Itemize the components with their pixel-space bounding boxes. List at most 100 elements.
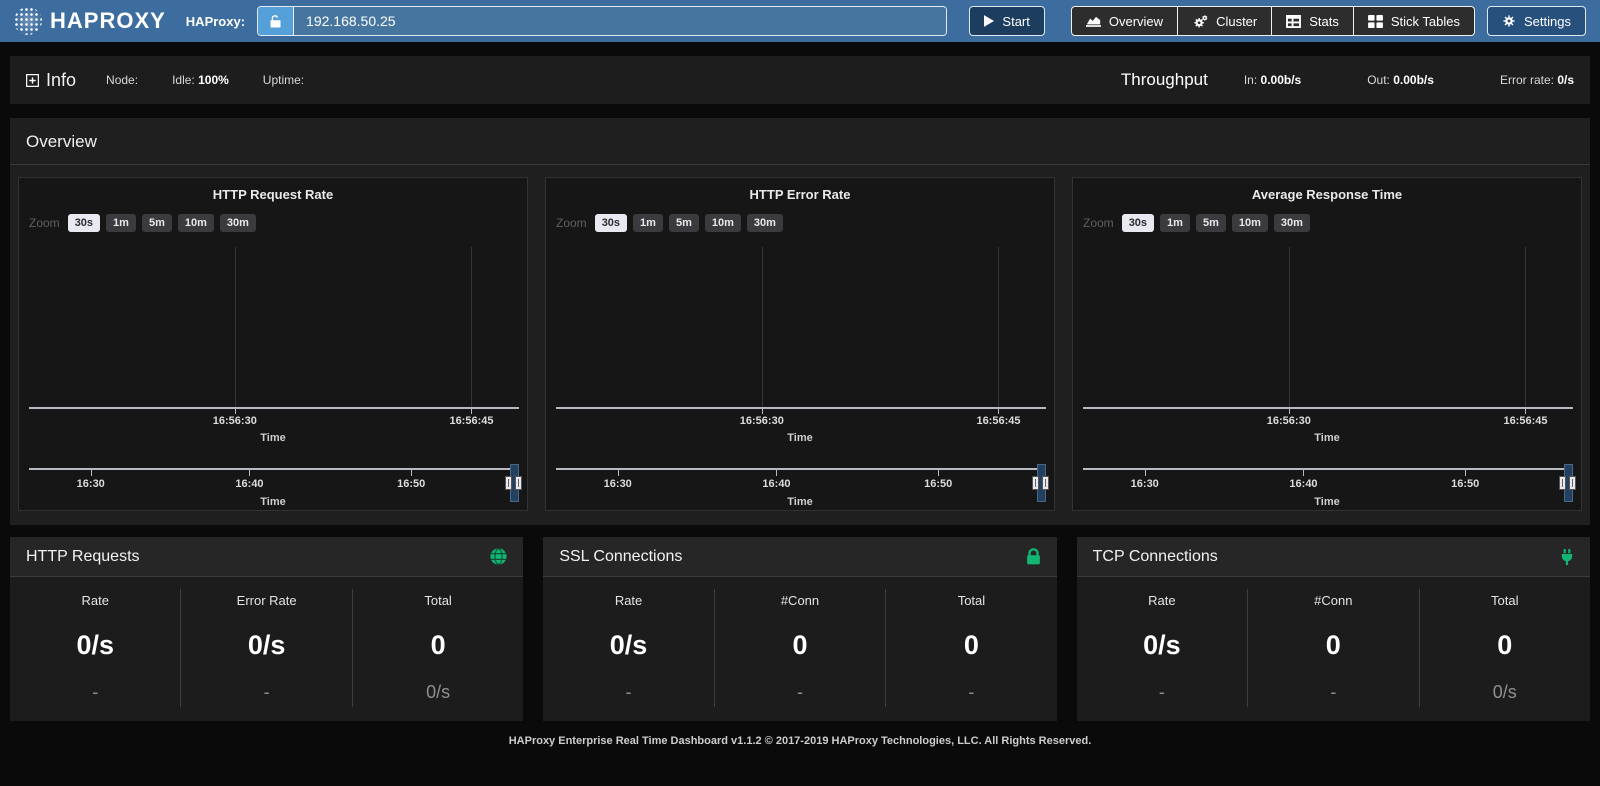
chart-area-icon	[1086, 15, 1101, 27]
zoom-5m-button[interactable]: 5m	[669, 214, 699, 232]
navigator-axis-line	[1083, 468, 1573, 470]
card-body: Rate 0/s - #Conn 0 - Total 0 -	[543, 577, 1056, 721]
gridline	[1289, 247, 1290, 407]
x-axis-tick	[1525, 409, 1526, 414]
zoom-5m-button[interactable]: 5m	[1196, 214, 1226, 232]
navigator-right-handle[interactable]	[1042, 476, 1049, 490]
settings-button-label: Settings	[1524, 14, 1571, 29]
charts-row: HTTP Request Rate Zoom 30s 1m 5m 10m 30m…	[10, 165, 1590, 525]
plot-area[interactable]	[1083, 247, 1573, 407]
stat-value: 0	[1497, 630, 1512, 661]
stats-row: HTTP Requests Rate 0/s - Error Rate 0/	[10, 537, 1590, 721]
zoom-label: Zoom	[556, 216, 587, 230]
navigator-tick	[1303, 470, 1304, 476]
cluster-nav-button[interactable]: Cluster	[1177, 6, 1272, 36]
x-axis-line	[1083, 407, 1573, 409]
cogs-icon	[1192, 14, 1208, 28]
chart-title: Average Response Time	[1073, 187, 1581, 202]
zoom-30s-button[interactable]: 30s	[595, 214, 627, 232]
plug-icon	[1560, 549, 1574, 565]
zoom-30s-button[interactable]: 30s	[68, 214, 100, 232]
navigator-left-handle[interactable]	[1032, 476, 1039, 490]
stat-column-total: Total 0 0/s	[352, 589, 523, 707]
address-input[interactable]	[294, 7, 946, 35]
stat-value: 0	[1326, 630, 1341, 661]
navigator-left-handle[interactable]	[1559, 476, 1566, 490]
stat-sub-value: 0/s	[1493, 682, 1517, 703]
start-button-label: Start	[1002, 14, 1029, 29]
stat-label: Total	[1491, 593, 1518, 608]
gridline	[235, 247, 236, 407]
address-input-group	[257, 6, 947, 36]
zoom-10m-button[interactable]: 10m	[705, 214, 741, 232]
zoom-30m-button[interactable]: 30m	[1274, 214, 1310, 232]
x-axis-tick	[1289, 409, 1290, 414]
unlock-icon	[268, 14, 283, 29]
zoom-1m-button[interactable]: 1m	[106, 214, 136, 232]
throughput-in: In: 0.00b/s	[1244, 73, 1301, 87]
stat-value: 0	[964, 630, 979, 661]
zoom-label: Zoom	[29, 216, 60, 230]
address-label: HAProxy:	[186, 14, 245, 29]
stat-sub-value: -	[1159, 682, 1165, 703]
stats-nav-button[interactable]: Stats	[1271, 6, 1354, 36]
stat-value: 0	[431, 630, 446, 661]
plot-area[interactable]	[29, 247, 519, 407]
zoom-10m-button[interactable]: 10m	[1232, 214, 1268, 232]
navigator-tick-label: 16:30	[1131, 478, 1159, 490]
card-title: TCP Connections	[1093, 548, 1218, 566]
navigator-axis-line	[29, 468, 519, 470]
stat-sub-value: -	[797, 682, 803, 703]
info-bar: Info Node: Idle: 100% Uptime: Throughput…	[10, 56, 1590, 104]
stat-column-conn: #Conn 0 -	[714, 589, 885, 707]
x-axis-title: Time	[1073, 432, 1581, 444]
navigator-axis-title: Time	[1073, 496, 1581, 508]
gridline	[762, 247, 763, 407]
throughput-out: Out: 0.00b/s	[1367, 73, 1434, 87]
card-body: Rate 0/s - Error Rate 0/s - Total 0 0/s	[10, 577, 523, 721]
info-expand-toggle[interactable]: Info	[26, 70, 76, 91]
stat-value: 0/s	[76, 630, 114, 661]
navigator-tick-label: 16:40	[762, 478, 790, 490]
stat-column-error-rate: Error Rate 0/s -	[180, 589, 351, 707]
stat-column-total: Total 0 -	[885, 589, 1056, 707]
navigator-left-handle[interactable]	[505, 476, 512, 490]
navigator-axis-title: Time	[19, 496, 527, 508]
card-header: SSL Connections	[543, 537, 1056, 577]
zoom-30m-button[interactable]: 30m	[220, 214, 256, 232]
stick-tables-nav-button[interactable]: Stick Tables	[1353, 6, 1475, 36]
zoom-1m-button[interactable]: 1m	[633, 214, 663, 232]
navigator-tick-label: 16:50	[924, 478, 952, 490]
stat-label: Total	[424, 593, 451, 608]
navigator-axis-title: Time	[546, 496, 1054, 508]
zoom-10m-button[interactable]: 10m	[178, 214, 214, 232]
zoom-1m-button[interactable]: 1m	[1160, 214, 1190, 232]
chart-card-average-response-time: Average Response Time Zoom 30s 1m 5m 10m…	[1072, 177, 1582, 511]
zoom-5m-button[interactable]: 5m	[142, 214, 172, 232]
stat-sub-value: -	[968, 682, 974, 703]
info-title: Info	[46, 70, 76, 91]
navigator-tick-label: 16:50	[397, 478, 425, 490]
stat-value: 0/s	[248, 630, 286, 661]
settings-button[interactable]: Settings	[1487, 6, 1586, 36]
navigator-right-handle[interactable]	[515, 476, 522, 490]
x-axis-tick	[762, 409, 763, 414]
navigator-right-handle[interactable]	[1569, 476, 1576, 490]
zoom-selector: Zoom 30s 1m 5m 10m 30m	[1083, 214, 1310, 232]
plot-area[interactable]	[556, 247, 1046, 407]
unlock-button[interactable]	[258, 7, 294, 35]
navigator-tick	[411, 470, 412, 476]
stat-label: Rate	[1148, 593, 1175, 608]
zoom-selector: Zoom 30s 1m 5m 10m 30m	[556, 214, 783, 232]
gear-icon	[1502, 14, 1516, 28]
zoom-30s-button[interactable]: 30s	[1122, 214, 1154, 232]
zoom-30m-button[interactable]: 30m	[747, 214, 783, 232]
gridline	[998, 247, 999, 407]
card-title: SSL Connections	[559, 548, 682, 566]
navigator-tick-label: 16:50	[1451, 478, 1479, 490]
start-button[interactable]: Start	[969, 6, 1044, 36]
overview-nav-button[interactable]: Overview	[1071, 6, 1178, 36]
x-axis-tick	[471, 409, 472, 414]
zoom-selector: Zoom 30s 1m 5m 10m 30m	[29, 214, 256, 232]
navigator-tick	[249, 470, 250, 476]
